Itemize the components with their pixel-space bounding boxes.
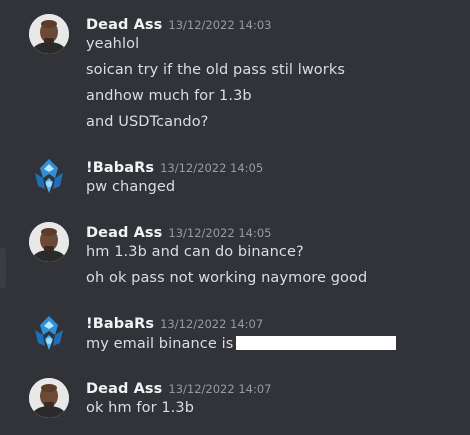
message-author[interactable]: !BabaRs (86, 316, 154, 332)
bald-man-avatar-icon (29, 222, 69, 262)
message-timestamp: 13/12/2022 14:07 (168, 382, 272, 396)
message-author[interactable]: !BabaRs (86, 160, 154, 176)
message-timestamp: 13/12/2022 14:05 (160, 161, 264, 175)
message-text: soican try if the old pass stil lworks (86, 62, 345, 78)
user-avatar[interactable] (29, 313, 69, 353)
user-avatar[interactable] (29, 378, 69, 418)
blue-crystal-emblem-avatar-icon (35, 316, 63, 350)
message-timestamp: 13/12/2022 14:07 (160, 317, 264, 331)
message-text: hm 1.3b and can do binance? (86, 244, 304, 260)
message-text: ok hm for 1.3b (86, 400, 195, 416)
message-timestamp: 13/12/2022 14:05 (168, 226, 272, 240)
message-author[interactable]: Dead Ass (86, 225, 162, 241)
bald-man-avatar-icon (29, 14, 69, 54)
chat-message-list[interactable]: Dead Ass 13/12/2022 14:03 yeahlol soican … (0, 0, 470, 435)
blue-crystal-emblem-avatar-icon (35, 159, 63, 193)
message-text-row: my email binance is (86, 336, 397, 352)
message-text: yeahlol (86, 36, 140, 52)
message-author[interactable]: Dead Ass (86, 17, 162, 33)
bald-man-avatar-icon (29, 378, 69, 418)
message-text: my email binance is (86, 336, 234, 352)
message-text: andhow much for 1.3b (86, 88, 252, 104)
message-text: and USDTcando? (86, 114, 209, 130)
user-avatar[interactable] (29, 14, 69, 54)
user-avatar[interactable] (29, 222, 69, 262)
message-author[interactable]: Dead Ass (86, 381, 162, 397)
message-text: oh ok pass not working naymore good (86, 270, 368, 286)
scrollbar-thumb[interactable] (0, 248, 6, 288)
message-text: pw changed (86, 179, 176, 195)
redaction-box (236, 336, 397, 350)
message-timestamp: 13/12/2022 14:03 (168, 18, 272, 32)
user-avatar[interactable] (29, 156, 69, 196)
